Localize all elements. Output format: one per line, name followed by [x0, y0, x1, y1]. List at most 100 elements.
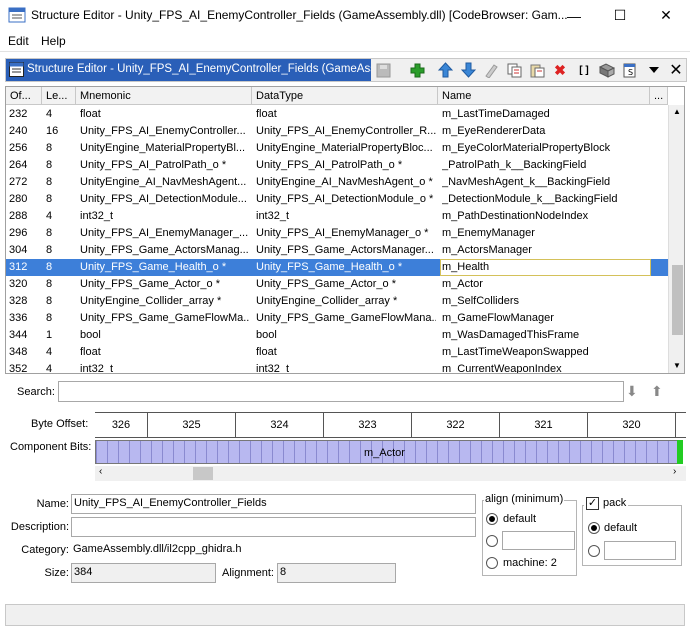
- move-up-icon[interactable]: [436, 61, 454, 79]
- structure-table[interactable]: Of... Le... Mnemonic DataType Name ... 2…: [5, 86, 685, 374]
- status-bar: [5, 604, 685, 626]
- name-input[interactable]: Unity_FPS_AI_EnemyController_Fields: [71, 494, 476, 514]
- table-row[interactable]: 344 1 bool bool m_WasDamagedThisFrame: [6, 327, 668, 344]
- description-label: Description:: [10, 521, 69, 533]
- col-header-datatype[interactable]: DataType: [252, 87, 438, 105]
- table-row[interactable]: 240 16 Unity_FPS_AI_EnemyController... Unit…: [6, 123, 668, 140]
- scroll-thumb[interactable]: [672, 265, 683, 335]
- scroll-right-icon[interactable]: ›: [673, 466, 676, 477]
- cell-mnemonic: bool: [80, 329, 101, 341]
- byte-offset-label: Byte Offset:: [31, 418, 89, 430]
- move-down-icon[interactable]: [459, 61, 477, 79]
- copy-icon[interactable]: [505, 61, 523, 79]
- search-previous-icon[interactable]: ⬆: [651, 383, 663, 400]
- pack-label: pack: [603, 497, 627, 509]
- table-row[interactable]: 272 8 UnityEngine_AI_NavMeshAgent... UnityE…: [6, 174, 668, 191]
- menu-help[interactable]: Help: [41, 34, 66, 48]
- table-row[interactable]: 304 8 Unity_FPS_Game_ActorsManag... Unity_F…: [6, 242, 668, 259]
- menu-edit[interactable]: Edit: [8, 34, 29, 48]
- add-icon[interactable]: [408, 61, 426, 79]
- unpack-icon[interactable]: S: [621, 61, 639, 79]
- pack-default-radio[interactable]: [588, 522, 600, 534]
- table-row[interactable]: 348 4 float float m_LastTimeWeaponSwapped: [6, 344, 668, 361]
- table-row-selected[interactable]: 312 8 Unity_FPS_Game_Health_o * Unity_FPS_G…: [6, 259, 668, 276]
- search-input[interactable]: [58, 381, 624, 402]
- cell-datatype: Unity_FPS_Game_ActorsManager...: [256, 244, 434, 256]
- cell-mnemonic: int32_t: [80, 363, 114, 374]
- pointer-icon[interactable]: [598, 61, 616, 79]
- table-row[interactable]: 320 8 Unity_FPS_Game_Actor_o * Unity_FPS_Ga…: [6, 276, 668, 293]
- col-header-length[interactable]: Le...: [42, 87, 76, 105]
- cell-name: m_LastTimeWeaponSwapped: [442, 346, 589, 358]
- byte-offset-cell: 320: [587, 413, 675, 437]
- cell-datatype: float: [256, 108, 277, 120]
- cell-datatype: Unity_FPS_Game_Health_o *: [256, 261, 403, 273]
- cell-offset: 352: [9, 363, 28, 374]
- cell-name: m_EyeRendererData: [442, 125, 546, 137]
- close-panel-icon[interactable]: ✕: [667, 61, 685, 79]
- maximize-button[interactable]: ☐: [597, 0, 643, 31]
- col-header-comment[interactable]: ...: [650, 87, 668, 105]
- pack-custom-input[interactable]: [604, 541, 676, 560]
- cell-mnemonic: Unity_FPS_Game_Actor_o *: [80, 278, 221, 290]
- component-bits-bar[interactable]: m_Actor: [95, 440, 681, 464]
- table-row[interactable]: 328 8 UnityEngine_Collider_array * UnityEng…: [6, 293, 668, 310]
- table-row[interactable]: 264 8 Unity_FPS_AI_PatrolPath_o * Unity_FPS…: [6, 157, 668, 174]
- description-input[interactable]: [71, 517, 476, 537]
- dropdown-icon[interactable]: [645, 61, 663, 79]
- cell-length: 4: [46, 108, 53, 120]
- align-default-radio[interactable]: [486, 513, 498, 525]
- component-name: m_Actor: [364, 447, 405, 459]
- structure-icon: [9, 62, 24, 77]
- panel-header: Structure Editor - Unity_FPS_AI_EnemyCon…: [5, 58, 687, 82]
- vertical-scrollbar[interactable]: ▲ ▼: [668, 105, 684, 373]
- table-row[interactable]: 352 4 int32_t int32_t m_CurrentWeaponIndex: [6, 361, 668, 374]
- cell-datatype: Unity_FPS_Game_GameFlowMana...: [256, 312, 436, 324]
- save-icon[interactable]: [374, 61, 392, 79]
- pack-checkbox[interactable]: ✓: [586, 497, 599, 510]
- table-row[interactable]: 232 4 float float m_LastTimeDamaged: [6, 106, 668, 123]
- close-window-button[interactable]: ✕: [643, 0, 689, 31]
- cell-datatype: UnityEngine_Collider_array *: [256, 295, 398, 307]
- search-next-icon[interactable]: ⬇: [626, 383, 638, 400]
- col-header-offset[interactable]: Of...: [6, 87, 42, 105]
- table-row[interactable]: 336 8 Unity_FPS_Game_GameFlowMa... Unity_FP…: [6, 310, 668, 327]
- array-icon[interactable]: [ ]: [575, 61, 593, 79]
- cell-datatype: UnityEngine_AI_NavMeshAgent_o *: [256, 176, 433, 188]
- table-row[interactable]: 256 8 UnityEngine_MaterialPropertyBl... Uni…: [6, 140, 668, 157]
- col-header-name[interactable]: Name: [438, 87, 650, 105]
- alignment-label: Alignment:: [222, 567, 274, 579]
- table-row[interactable]: 288 4 int32_t int32_t m_PathDestinationNodeI…: [6, 208, 668, 225]
- align-machine-label: machine: 2: [503, 557, 557, 569]
- table-row[interactable]: 296 8 Unity_FPS_AI_EnemyManager_... Unity_F…: [6, 225, 668, 242]
- cell-mnemonic: Unity_FPS_Game_ActorsManag...: [80, 244, 249, 256]
- horizontal-scrollbar[interactable]: ‹ ›: [95, 466, 686, 481]
- cell-mnemonic: float: [80, 346, 101, 358]
- cell-offset: 304: [9, 244, 28, 256]
- table-row[interactable]: 280 8 Unity_FPS_AI_DetectionModule... Unity…: [6, 191, 668, 208]
- panel-tab[interactable]: Structure Editor - Unity_FPS_AI_EnemyCon…: [6, 59, 371, 81]
- cell-datatype: Unity_FPS_Game_Actor_o *: [256, 278, 397, 290]
- cell-offset: 264: [9, 159, 28, 171]
- cell-datatype: bool: [256, 329, 277, 341]
- category-value: GameAssembly.dll/il2cpp_ghidra.h: [71, 541, 476, 560]
- pack-custom-radio[interactable]: [588, 545, 600, 557]
- delete-icon[interactable]: ✖: [551, 61, 569, 79]
- minimize-button[interactable]: —: [551, 0, 597, 31]
- scroll-down-icon[interactable]: ▼: [673, 361, 681, 370]
- align-custom-radio[interactable]: [486, 535, 498, 547]
- cell-mnemonic: Unity_FPS_AI_EnemyManager_...: [80, 227, 249, 239]
- paste-icon[interactable]: [528, 61, 546, 79]
- duplicate-icon[interactable]: [482, 61, 500, 79]
- cell-offset: 320: [9, 278, 28, 290]
- hscroll-thumb[interactable]: [193, 467, 213, 480]
- cell-name: m_PathDestinationNodeIndex: [442, 210, 589, 222]
- size-input[interactable]: 384: [71, 563, 216, 583]
- align-custom-input[interactable]: [502, 531, 575, 550]
- scroll-left-icon[interactable]: ‹: [99, 466, 102, 477]
- cell-offset: 240: [9, 125, 28, 137]
- col-header-mnemonic[interactable]: Mnemonic: [76, 87, 252, 105]
- cell-length: 4: [46, 363, 53, 374]
- align-machine-radio[interactable]: [486, 557, 498, 569]
- scroll-up-icon[interactable]: ▲: [673, 107, 681, 116]
